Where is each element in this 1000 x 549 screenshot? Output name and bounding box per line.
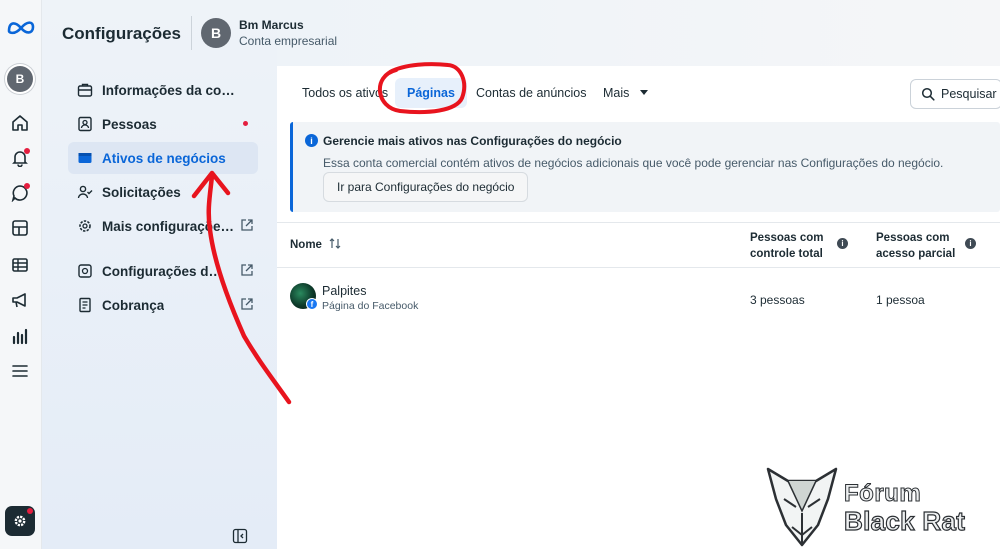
settings-dot — [27, 508, 33, 514]
avatar: B — [201, 18, 231, 48]
home-icon[interactable] — [9, 112, 31, 134]
accounts-center-icon — [76, 262, 94, 280]
info-icon[interactable]: i — [965, 238, 976, 249]
divider — [191, 16, 192, 50]
go-to-business-settings-button[interactable]: Ir para Configurações do negócio — [323, 172, 529, 202]
page-type: Página do Facebook — [322, 300, 419, 312]
assets-icon — [76, 149, 94, 167]
watermark-line1: Fórum — [843, 480, 922, 508]
chat-dot — [24, 183, 30, 189]
banner-body: Essa conta comercial contém ativos de ne… — [323, 156, 944, 170]
account-avatar[interactable]: B — [7, 66, 33, 92]
sidebar-item-people[interactable]: Pessoas — [68, 108, 258, 140]
column-header-name[interactable]: Nome — [290, 237, 341, 253]
notification-dot — [24, 148, 30, 154]
tab-ad-accounts[interactable]: Contas de anúncios — [476, 86, 587, 100]
rat-logo-icon — [766, 467, 838, 547]
tab-pages[interactable]: Páginas — [395, 78, 467, 108]
sidebar-item-label: Pessoas — [102, 116, 157, 132]
partial-access-count: 1 pessoa — [876, 293, 925, 307]
megaphone-icon[interactable] — [9, 289, 31, 311]
column-label: Nome — [290, 239, 322, 251]
watermark-line2: Black Rat — [843, 505, 966, 536]
receipt-icon — [76, 296, 94, 314]
sidebar-item-label: Solicitações — [102, 184, 181, 200]
sidebar-item-accounts-center[interactable]: Configurações da central de contas — [68, 255, 258, 287]
menu-icon[interactable] — [9, 360, 31, 382]
icon-rail: B — [0, 0, 42, 549]
sidebar-item-label: Configurações da central de contas — [102, 263, 228, 279]
info-banner: i Gerencie mais ativos nas Configurações… — [290, 122, 1000, 212]
sidebar-item-label: Ativos de negócios — [102, 150, 226, 166]
search-label: Pesquisar — [941, 87, 997, 101]
full-control-count: 3 pessoas — [750, 293, 805, 307]
account-name: Bm Marcus — [239, 18, 304, 32]
sidebar-item-business-assets[interactable]: Ativos de negócios — [68, 142, 258, 174]
sort-icon — [329, 238, 341, 249]
sidebar-item-more-settings[interactable]: Mais configurações do negócio — [68, 210, 258, 242]
page-name: Palpites — [322, 284, 367, 298]
tab-more-label: Mais — [603, 86, 630, 100]
facebook-badge-icon: f — [306, 298, 318, 310]
banner-title: Gerencie mais ativos nas Configurações d… — [323, 134, 622, 148]
info-icon[interactable]: i — [837, 238, 848, 249]
bar-chart-icon[interactable] — [9, 325, 31, 347]
account-switcher[interactable]: B Bm Marcus Conta empresarial — [201, 18, 337, 48]
external-link-icon — [241, 219, 253, 231]
search-icon — [921, 87, 935, 101]
meta-logo-icon[interactable] — [6, 18, 36, 36]
tab-all-assets[interactable]: Todos os ativos — [302, 86, 388, 100]
sidebar-item-requests[interactable]: Solicitações — [68, 176, 258, 208]
column-label-line2: acesso parcial — [876, 248, 956, 260]
pages-icon[interactable] — [9, 217, 31, 239]
gear-icon — [76, 217, 94, 235]
person-check-icon — [76, 183, 94, 201]
people-alert-dot — [243, 121, 248, 126]
sidebar: Configurações Informações da conta Pesso… — [42, 0, 277, 549]
tab-more[interactable]: Mais — [603, 86, 649, 100]
sidebar-item-label: Informações da conta — [102, 82, 237, 98]
search-button[interactable]: Pesquisar — [910, 79, 1000, 109]
info-icon: i — [305, 134, 318, 147]
caret-down-icon — [639, 90, 648, 95]
column-label-line1: Pessoas com — [876, 232, 950, 244]
gear-icon — [14, 515, 26, 527]
sidebar-item-billing[interactable]: Cobrança — [68, 289, 258, 321]
column-label-line1: Pessoas com — [750, 232, 824, 244]
sidebar-item-label: Mais configurações do negócio — [102, 218, 237, 234]
top-bar — [277, 0, 1000, 66]
table-header: Nome Pessoas com controle total i Pessoa… — [277, 222, 1000, 268]
briefcase-icon — [76, 81, 94, 99]
sidebar-item-account-info[interactable]: Informações da conta — [68, 74, 258, 106]
table-row[interactable]: f Palpites Página do Facebook 3 pessoas … — [277, 269, 1000, 325]
tab-bar: Todos os ativos Páginas Contas de anúnci… — [277, 66, 1000, 122]
table-icon[interactable] — [9, 254, 31, 276]
watermark: Fórum Black Rat — [762, 463, 1000, 549]
external-link-icon — [241, 298, 253, 310]
collapse-sidebar-icon[interactable] — [232, 528, 248, 544]
column-header-full-control: Pessoas com controle total — [750, 230, 824, 262]
column-label-line2: controle total — [750, 248, 823, 260]
page-title: Configurações — [62, 24, 182, 43]
external-link-icon — [241, 264, 253, 276]
sidebar-item-label: Cobrança — [102, 297, 165, 313]
column-header-partial-access: Pessoas com acesso parcial — [876, 230, 955, 262]
account-type: Conta empresarial — [239, 34, 338, 48]
id-card-icon — [76, 115, 94, 133]
